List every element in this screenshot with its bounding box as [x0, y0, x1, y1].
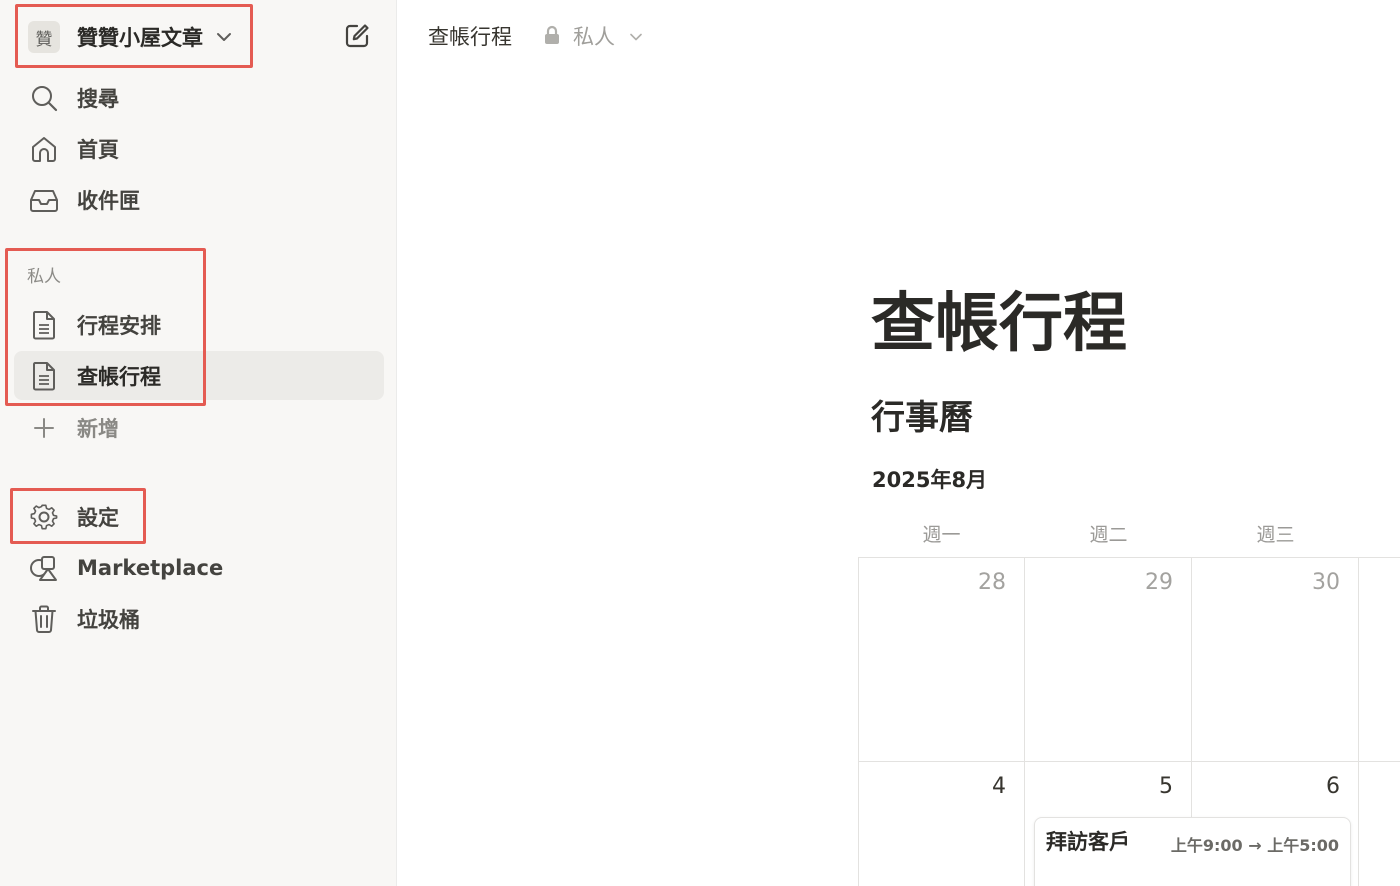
sidebar-item-label: 設定 — [77, 505, 119, 530]
sidebar-item-page-audit[interactable]: 查帳行程 — [14, 351, 384, 400]
workspace-avatar: 贊 — [28, 21, 60, 53]
sidebar-item-home[interactable]: 首頁 — [14, 124, 384, 173]
sidebar-item-label: 首頁 — [77, 137, 119, 162]
page-title[interactable]: 查帳行程 — [871, 272, 1127, 364]
calendar-heading[interactable]: 行事曆 — [871, 390, 973, 439]
trash-icon — [28, 605, 60, 633]
sidebar-item-page-itinerary[interactable]: 行程安排 — [14, 300, 384, 349]
sidebar-item-marketplace[interactable]: Marketplace — [14, 543, 384, 592]
new-page-button[interactable] — [341, 20, 373, 52]
day-number: 30 — [1312, 570, 1340, 595]
marketplace-icon — [28, 554, 60, 582]
search-icon — [28, 84, 60, 112]
lock-icon — [545, 25, 559, 44]
chevron-down-icon — [630, 33, 642, 41]
plus-icon — [28, 414, 60, 442]
calendar-day[interactable] — [1359, 762, 1400, 886]
calendar-month: 2025年8月 — [872, 468, 988, 492]
sidebar-item-label: 收件匣 — [77, 188, 140, 213]
home-icon — [28, 135, 60, 163]
add-page-button[interactable]: 新增 — [14, 403, 384, 452]
inbox-icon — [28, 186, 60, 214]
weekday-header: 週二 — [1089, 524, 1128, 546]
event-time: 上午9:00 → 上午5:00 — [1170, 836, 1339, 855]
sidebar-item-label: 垃圾桶 — [77, 607, 140, 632]
event-title: 拜訪客戶 — [1046, 830, 1130, 854]
sidebar-item-label: 搜尋 — [77, 86, 119, 111]
sidebar-item-inbox[interactable]: 收件匣 — [14, 175, 384, 224]
add-page-label: 新增 — [77, 416, 119, 441]
sidebar: 贊 贊贊小屋文章 搜尋 首頁 收件匣 私人 行程安排 查帳行程 新增 設定 Ma… — [0, 0, 397, 886]
page-icon — [28, 362, 60, 391]
weekday-header: 週一 — [922, 524, 961, 546]
calendar-day[interactable]: 30 — [1192, 557, 1359, 762]
day-number: 28 — [978, 570, 1006, 595]
breadcrumb[interactable]: 查帳行程 — [428, 21, 512, 51]
day-number: 29 — [1145, 570, 1173, 595]
chevron-down-icon — [217, 33, 231, 41]
sidebar-item-label: 查帳行程 — [77, 364, 161, 389]
calendar-day[interactable] — [1359, 557, 1400, 762]
day-number: 4 — [992, 774, 1006, 799]
day-number: 6 — [1326, 774, 1340, 799]
section-label-private[interactable]: 私人 — [27, 262, 61, 287]
sidebar-item-label: 行程安排 — [77, 313, 161, 338]
new-page-icon — [345, 24, 369, 48]
workspace-switcher[interactable]: 贊 贊贊小屋文章 — [28, 20, 233, 54]
main-content: 查帳行程 私人 查帳行程 行事曆 2025年8月 週一 週二 週三 28 29 … — [397, 0, 1400, 886]
gear-icon — [28, 503, 60, 531]
sidebar-item-settings[interactable]: 設定 — [14, 492, 384, 541]
calendar-day[interactable]: 29 — [1025, 557, 1192, 762]
weekday-header: 週三 — [1256, 524, 1295, 546]
sidebar-item-label: Marketplace — [77, 555, 224, 580]
day-number: 5 — [1159, 774, 1173, 799]
sidebar-item-trash[interactable]: 垃圾桶 — [14, 594, 384, 643]
workspace-name: 贊贊小屋文章 — [77, 26, 203, 50]
sidebar-item-search[interactable]: 搜尋 — [14, 73, 384, 122]
calendar-day[interactable]: 28 — [858, 557, 1025, 762]
page-icon — [28, 311, 60, 340]
calendar-day[interactable]: 4 — [858, 762, 1025, 886]
calendar-event-card[interactable]: 拜訪客戶 上午9:00 → 上午5:00 — [1034, 817, 1351, 886]
privacy-selector[interactable]: 私人 — [573, 21, 615, 51]
